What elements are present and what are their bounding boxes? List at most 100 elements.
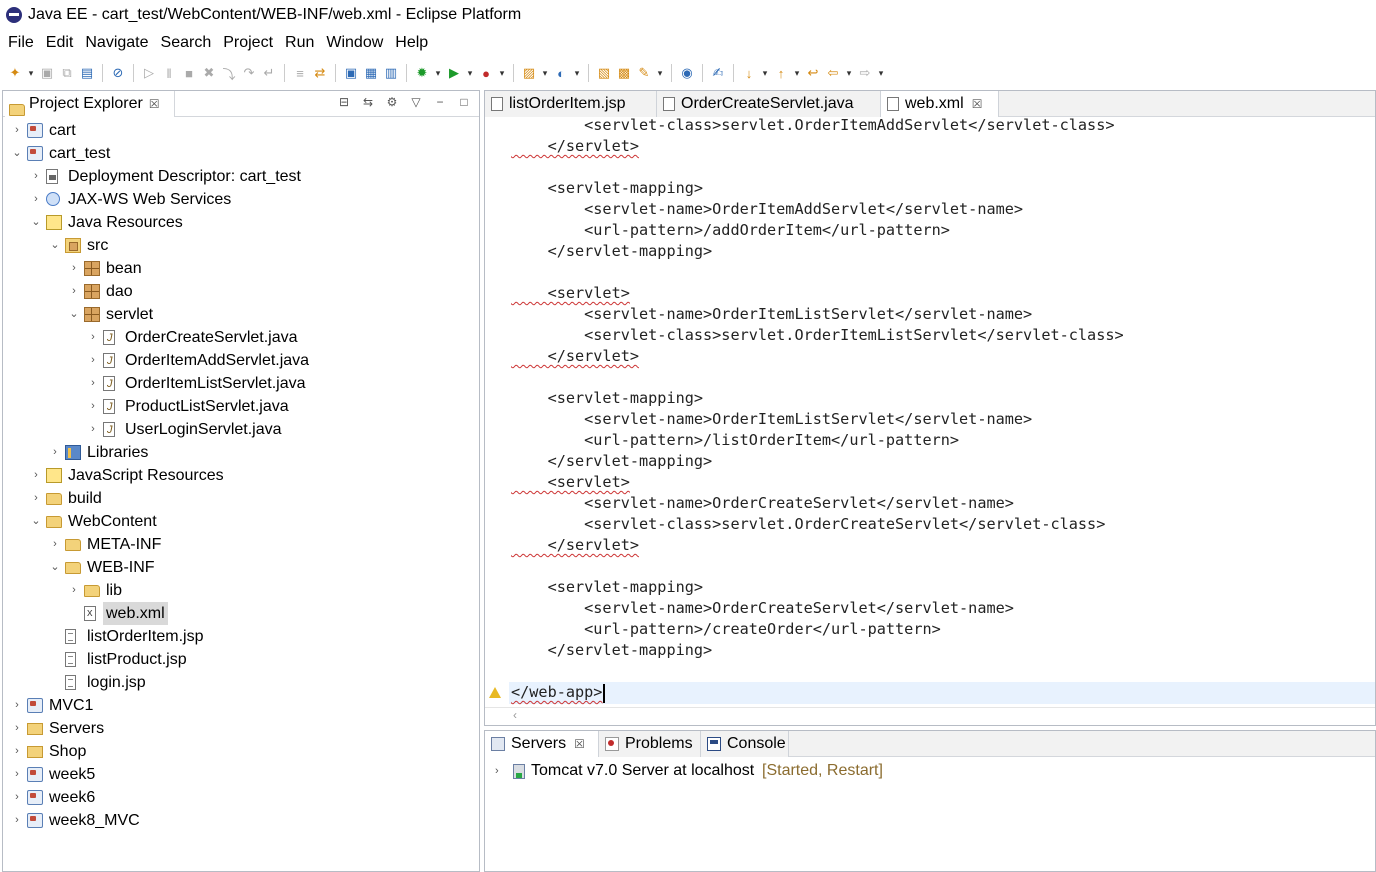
chevron-right-icon[interactable]: › (11, 119, 23, 142)
menu-file[interactable]: File (2, 31, 40, 55)
tree-item[interactable]: › Shop (3, 740, 479, 763)
forward-dropdown-icon[interactable]: ▾ (876, 68, 886, 79)
tree-item[interactable]: › META-INF (3, 533, 479, 556)
chevron-right-icon[interactable]: › (87, 395, 99, 418)
toggle-mark-occurrences-icon[interactable]: ✍ (709, 64, 727, 82)
chevron-down-icon[interactable]: ⌄ (30, 510, 42, 533)
tree-item[interactable]: › Servers (3, 717, 479, 740)
tree-item[interactable]: ⌄ servlet (3, 303, 479, 326)
menu-edit[interactable]: Edit (40, 31, 80, 55)
tree-item[interactable]: ⌄ src (3, 234, 479, 257)
tree-item[interactable]: listOrderItem.jsp (3, 625, 479, 648)
chevron-right-icon[interactable]: › (11, 694, 23, 717)
last-edit-location-icon[interactable]: ↩ (804, 64, 822, 82)
tab-project-explorer[interactable]: Project Explorer ☒ (5, 91, 175, 117)
tree-item[interactable]: › UserLoginServlet.java (3, 418, 479, 442)
chevron-right-icon[interactable]: › (87, 349, 99, 372)
drop-to-frame-icon[interactable]: ≡ (291, 64, 309, 82)
horizontal-scrollbar[interactable]: ‹ (485, 707, 1375, 725)
chevron-down-icon[interactable]: ⌄ (68, 303, 80, 326)
chevron-right-icon[interactable]: › (87, 372, 99, 395)
chevron-right-icon[interactable]: › (11, 809, 23, 832)
suspend-icon[interactable]: ‖ (160, 64, 178, 82)
tree-item[interactable]: › Deployment Descriptor: cart_test (3, 165, 479, 188)
view-menu-icon[interactable]: ▽ (409, 95, 423, 109)
chevron-right-icon[interactable]: › (87, 326, 99, 349)
tab-ordercreateservlet-java[interactable]: OrderCreateServlet.java (657, 91, 881, 117)
tree-item[interactable]: › dao (3, 280, 479, 303)
menu-project[interactable]: Project (217, 31, 279, 55)
skip-breakpoints-icon[interactable]: ⊘ (109, 64, 127, 82)
previous-annotation-icon[interactable]: ↑ (772, 64, 790, 82)
new-class-dropdown-icon[interactable]: ▾ (572, 68, 582, 79)
chevron-right-icon[interactable]: › (30, 165, 42, 188)
tree-item[interactable]: › MVC1 (3, 694, 479, 717)
chevron-right-icon[interactable]: › (68, 280, 80, 303)
tree-item[interactable]: › build (3, 487, 479, 510)
open-folder-icon[interactable]: ▧ (595, 64, 613, 82)
tree-item[interactable]: › JAX-WS Web Services (3, 188, 479, 211)
tree-item[interactable]: ⌄ WebContent (3, 510, 479, 533)
chevron-right-icon[interactable]: › (68, 579, 80, 602)
tree-item[interactable]: › lib (3, 579, 479, 602)
menu-help[interactable]: Help (389, 31, 434, 55)
server-item[interactable]: › Tomcat v7.0 Server at localhost [Start… (485, 759, 1375, 783)
tab-problems[interactable]: Problems (599, 731, 701, 757)
tab-listorderitem-jsp[interactable]: listOrderItem.jsp (485, 91, 657, 117)
debug-icon[interactable]: ✹ (413, 64, 431, 82)
link-with-editor-icon[interactable]: ⇆ (361, 95, 375, 109)
collapse-all-icon[interactable]: ⊟ (337, 95, 351, 109)
tree-item[interactable]: › week8_MVC (3, 809, 479, 832)
menu-window[interactable]: Window (320, 31, 389, 55)
tree-item[interactable]: ⌄ cart_test (3, 142, 479, 165)
close-icon[interactable]: ☒ (149, 97, 160, 111)
forward-icon[interactable]: ⇨ (856, 64, 874, 82)
tab-console[interactable]: Console (701, 731, 789, 757)
chevron-right-icon[interactable]: › (30, 188, 42, 211)
terminal-icon[interactable]: ▤ (78, 64, 96, 82)
chevron-right-icon[interactable]: › (11, 717, 23, 740)
step-over-icon[interactable]: ↷ (240, 64, 258, 82)
new-icon[interactable]: ✦ (6, 64, 24, 82)
chevron-right-icon[interactable]: › (11, 786, 23, 809)
open-file-icon[interactable]: ▩ (615, 64, 633, 82)
tab-servers[interactable]: Servers ☒ (485, 731, 599, 757)
chevron-down-icon[interactable]: ⌄ (49, 234, 61, 257)
tree-item[interactable]: ⌄ Java Resources (3, 211, 479, 234)
terminate-icon[interactable]: ■ (180, 64, 198, 82)
chevron-right-icon[interactable]: › (87, 418, 99, 441)
run-external-tools-icon[interactable]: ● (477, 64, 495, 82)
expand-icon[interactable]: › (495, 759, 499, 783)
back-icon[interactable]: ⇦ (824, 64, 842, 82)
previous-annotation-dropdown-icon[interactable]: ▾ (792, 68, 802, 79)
tree-item[interactable]: › week6 (3, 786, 479, 809)
chevron-right-icon[interactable]: › (49, 533, 61, 556)
next-annotation-dropdown-icon[interactable]: ▾ (760, 68, 770, 79)
save-all-icon[interactable]: ⧉ (58, 64, 76, 82)
tree-item[interactable]: › JavaScript Resources (3, 464, 479, 487)
close-icon[interactable]: ☒ (972, 97, 983, 111)
new-dropdown-icon[interactable]: ▾ (26, 68, 36, 79)
open-perspective-icon[interactable]: ▥ (382, 64, 400, 82)
chevron-down-icon[interactable]: ⌄ (30, 211, 42, 234)
tree-item[interactable]: › cart (3, 119, 479, 142)
tree-item[interactable]: › OrderItemListServlet.java (3, 372, 479, 396)
debug-dropdown-icon[interactable]: ▾ (433, 68, 443, 79)
tree-item[interactable]: › ProductListServlet.java (3, 395, 479, 419)
minimize-icon[interactable]: − (433, 95, 447, 109)
step-return-icon[interactable]: ↵ (260, 64, 278, 82)
search-icon[interactable]: ✎ (635, 64, 653, 82)
tree-item[interactable]: › week5 (3, 763, 479, 786)
globe-icon[interactable]: ◉ (678, 64, 696, 82)
run-dropdown-icon[interactable]: ▾ (465, 68, 475, 79)
search-dropdown-icon[interactable]: ▾ (655, 68, 665, 79)
tree-item[interactable]: listProduct.jsp (3, 648, 479, 671)
maximize-icon[interactable]: □ (457, 95, 471, 109)
new-project-icon[interactable]: ▨ (520, 64, 538, 82)
disconnect-icon[interactable]: ✖ (200, 64, 218, 82)
open-task-icon[interactable]: ▦ (362, 64, 380, 82)
new-class-icon[interactable]: ◐ (552, 64, 570, 82)
code-editor[interactable]: <servlet-class>servlet.OrderItemAddServl… (485, 118, 1375, 708)
tree-item[interactable]: › Libraries (3, 441, 479, 464)
close-icon[interactable]: ☒ (574, 737, 585, 751)
